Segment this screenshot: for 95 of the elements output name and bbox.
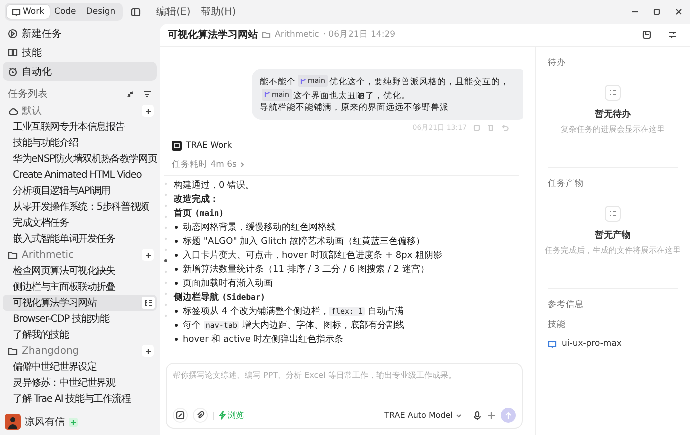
task-item[interactable]: 工业互联网专升本信息报告 bbox=[3, 119, 157, 135]
group-name[interactable]: Arithmetic bbox=[22, 250, 138, 260]
nav-item[interactable]: 自动化 bbox=[3, 62, 157, 81]
filter-icon[interactable] bbox=[143, 90, 152, 98]
plus-icon bbox=[144, 252, 152, 258]
folder-icon bbox=[8, 346, 18, 356]
attach-button[interactable] bbox=[193, 408, 208, 423]
empty-text: 复杂任务的进展会显示在这里 bbox=[561, 124, 665, 135]
section-title: 待办 bbox=[548, 57, 567, 69]
branch-icon bbox=[300, 78, 307, 84]
list-item: 动态网格背景，缓慢移动的红色网格线 bbox=[183, 222, 336, 234]
book-icon bbox=[8, 48, 18, 58]
task-item[interactable]: 了解 Trae AI 技能与工作流程 bbox=[3, 391, 157, 407]
group-name[interactable]: 默认 bbox=[22, 104, 138, 118]
task-item[interactable]: 技能与功能介绍 bbox=[3, 135, 157, 151]
plus-icon bbox=[144, 108, 152, 114]
duration-toggle[interactable]: 任务耗时 4m 6s bbox=[172, 159, 237, 171]
list-item: 页面加载时有渐入动画 bbox=[183, 278, 273, 290]
clock-icon bbox=[8, 66, 18, 76]
task-title: 可视化算法学习网站 bbox=[168, 28, 258, 42]
menu-item[interactable]: 编辑(E) bbox=[156, 5, 191, 19]
list-item: 入口卡片变大、可点击，hover 时顶部红色进度条 + 8px 粗阴影 bbox=[183, 250, 443, 262]
mode-tab[interactable]: Work bbox=[7, 5, 50, 19]
figure-icon bbox=[6, 415, 20, 429]
arrow-up-icon bbox=[505, 412, 512, 420]
microphone-icon[interactable] bbox=[473, 410, 482, 420]
folder-icon bbox=[8, 250, 18, 260]
task-item[interactable]: 从零开发操作系统：5步科普视频 bbox=[3, 199, 157, 215]
task-item[interactable]: 完成文档任务 bbox=[3, 215, 157, 231]
add-button[interactable] bbox=[142, 345, 154, 357]
empty-title: 暂无待办 bbox=[595, 108, 631, 121]
mode-tab[interactable]: Code bbox=[50, 5, 82, 19]
skill-link[interactable]: ui-ux-pro-max bbox=[562, 339, 622, 349]
task-item[interactable]: 分析项目逻辑与API调用 bbox=[3, 183, 157, 199]
chat-logo-icon bbox=[172, 141, 182, 151]
collapse-icon[interactable] bbox=[126, 90, 135, 98]
add-button[interactable] bbox=[142, 105, 154, 117]
folder-name: Arithmetic bbox=[275, 30, 320, 40]
settings-icon[interactable] bbox=[668, 30, 678, 40]
list-item: hover 和 active 时左侧弹出红色指示条 bbox=[183, 334, 344, 346]
list-icon bbox=[609, 89, 617, 97]
menu-item[interactable]: 帮助(H) bbox=[200, 5, 236, 19]
section-title: 任务列表 bbox=[8, 88, 49, 101]
section-title: 参考信息 bbox=[548, 299, 585, 311]
task-item[interactable]: 偏僻中世纪世界设定 bbox=[3, 359, 157, 375]
task-item[interactable]: 灵异修苏：中世纪世界观 bbox=[3, 375, 157, 391]
paperclip-icon bbox=[196, 411, 205, 420]
folder-icon bbox=[262, 31, 271, 39]
section-heading: 首页 (main) bbox=[174, 208, 224, 220]
section-heading: 改造完成： bbox=[174, 193, 219, 206]
empty-title: 暂无产物 bbox=[595, 229, 631, 242]
task-item[interactable]: 侧边栏与主面板联动折叠 bbox=[3, 279, 157, 295]
plus-icon bbox=[144, 348, 152, 354]
nav-item[interactable]: 技能 bbox=[3, 43, 157, 62]
paragraph: 构建通过，0 错误。 bbox=[174, 180, 255, 192]
task-item[interactable]: 华为eNSP防火墙双机热备教学网页 bbox=[3, 151, 157, 167]
list-icon bbox=[609, 210, 617, 218]
add-button[interactable] bbox=[142, 249, 154, 261]
reference-label: 技能 bbox=[548, 319, 567, 331]
timestamp: · 06月21日 14:29 bbox=[323, 29, 396, 41]
section-title: 任务产物 bbox=[548, 178, 585, 190]
edit-icon bbox=[176, 411, 185, 420]
empty-text: 任务完成后，生成的文件将展示在这里 bbox=[545, 245, 681, 256]
book-icon bbox=[12, 8, 21, 16]
play-circle-icon bbox=[8, 28, 18, 38]
agent-name: TRAE Work bbox=[186, 141, 232, 151]
mode-tab[interactable]: Design bbox=[81, 5, 121, 19]
group-name[interactable]: Zhangdong bbox=[22, 346, 138, 356]
close-icon[interactable] bbox=[674, 7, 684, 17]
lightning-icon bbox=[219, 411, 226, 420]
section-heading: 侧边栏导航 (Sidebar) bbox=[174, 291, 266, 304]
user-name: 凉风有信 bbox=[25, 416, 65, 429]
task-item[interactable]: 嵌入式智能单词开发任务 bbox=[3, 231, 157, 247]
export-icon[interactable] bbox=[642, 30, 652, 40]
edit-button[interactable] bbox=[173, 408, 188, 423]
task-item[interactable]: 了解我的技能 bbox=[3, 327, 157, 343]
chevron-right-icon bbox=[240, 162, 245, 168]
list-icon[interactable] bbox=[144, 299, 153, 307]
task-item[interactable]: Browser-CDP 技能功能 bbox=[3, 311, 157, 327]
branch-icon bbox=[264, 91, 271, 98]
composer-field[interactable]: 帮你撰写论文综述、编写 PPT、分析 Excel 等日常工作，输出专业级工作成果。 浏览 TRAE Auto Model bbox=[166, 363, 523, 429]
list-item: 标题 "ALGO" 加入 Glitch 故障艺术动画（红黄蓝三色偏移） bbox=[183, 236, 426, 248]
avatar[interactable] bbox=[5, 414, 21, 430]
task-item[interactable]: Create Animated HTML Video bbox=[3, 167, 157, 183]
model-selector[interactable]: TRAE Auto Model bbox=[384, 411, 462, 420]
panel-toggle-icon[interactable] bbox=[130, 8, 141, 16]
task-item[interactable]: 可视化算法学习网站 bbox=[3, 295, 157, 311]
list-item: 新增算法数量统计条（11 排序 / 3 二分 / 6 图搜索 / 2 迷宫） bbox=[183, 264, 430, 276]
maximize-icon[interactable] bbox=[652, 7, 662, 17]
task-item[interactable]: 检查网页算法可视化缺失 bbox=[3, 263, 157, 279]
cloud-icon bbox=[8, 106, 18, 116]
plus-badge-icon bbox=[69, 418, 78, 426]
book-icon bbox=[548, 340, 557, 348]
caret-icon bbox=[456, 414, 462, 418]
nav-item[interactable]: 新建任务 bbox=[3, 24, 157, 43]
